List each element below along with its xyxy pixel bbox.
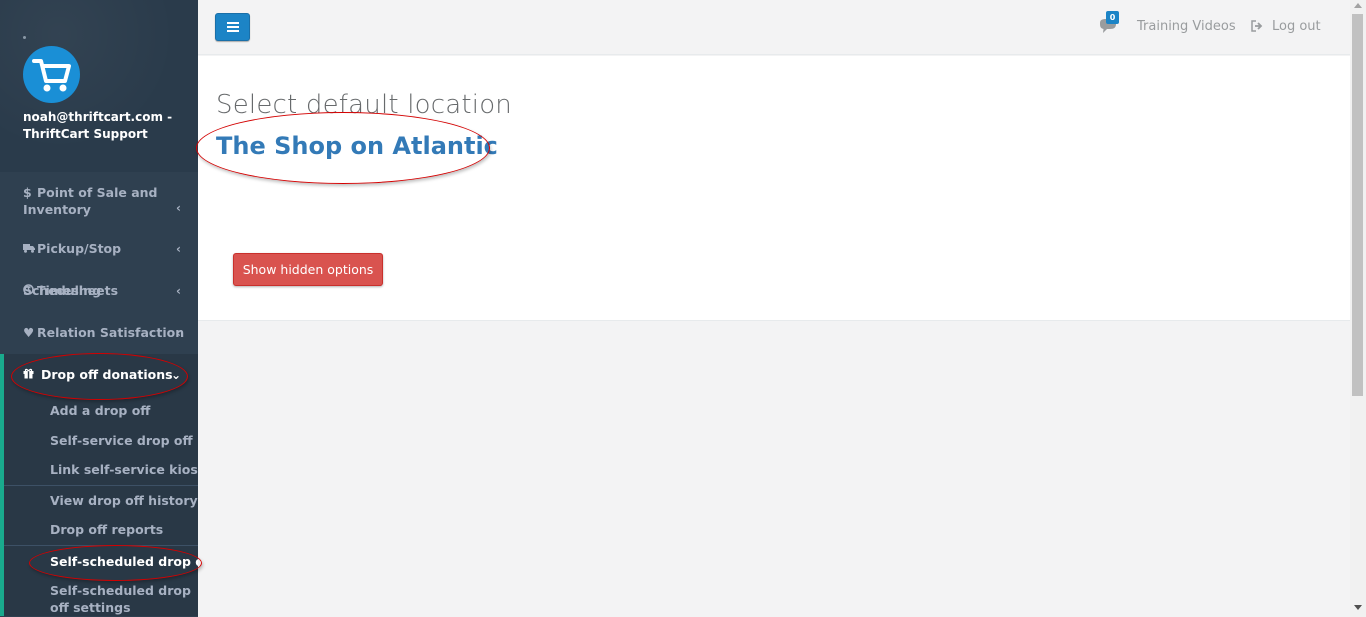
chevron-left-icon: ‹	[176, 201, 181, 215]
status-dot	[23, 36, 26, 39]
sign-out-icon	[1251, 20, 1263, 32]
sidebar-group-drop-off-donations: Drop off donations ⌄ Add a drop off Self…	[0, 354, 198, 616]
sidebar-item-label: Point of Sale and Inventory	[23, 185, 158, 217]
notification-badge: 0	[1106, 11, 1119, 24]
top-navbar: 0 Training Videos Log out	[198, 0, 1350, 55]
dollar-icon: $	[23, 185, 32, 200]
submenu-self-scheduled-drop-offs[interactable]: Self-scheduled drop offs	[4, 546, 198, 577]
sidebar-item-pickup-scheduling[interactable]: Pickup/Stop Scheduling ‹	[0, 228, 198, 298]
scrollbar-thumb[interactable]	[1352, 14, 1363, 396]
hamburger-icon	[226, 22, 239, 32]
sidebar-item-timesheets[interactable]: Timesheets ‹	[0, 270, 198, 312]
chevron-left-icon: ‹	[176, 242, 181, 256]
submenu-self-service-drop-off[interactable]: Self-service drop off	[4, 426, 198, 456]
sidebar-item-relation-satisfaction[interactable]: ♥ Relation Satisfaction ‹	[0, 312, 198, 354]
sidebar: noah@thriftcart.com - ThriftCart Support…	[0, 0, 198, 617]
sidebar-item-label: Drop off donations	[41, 367, 173, 382]
scroll-up-arrow-icon[interactable]	[1354, 3, 1362, 8]
sidebar-item-label: Timesheets	[37, 283, 119, 298]
heart-icon: ♥	[23, 325, 35, 340]
sidebar-item-point-of-sale[interactable]: $ Point of Sale and Inventory ‹	[0, 172, 198, 228]
chevron-down-icon: ⌄	[170, 368, 181, 382]
clock-icon	[23, 270, 37, 312]
sidebar-item-label: Relation Satisfaction	[37, 325, 185, 340]
scrollbar[interactable]	[1350, 0, 1366, 617]
show-hidden-options-button[interactable]: Show hidden options	[233, 253, 383, 286]
submenu-add-drop-off[interactable]: Add a drop off	[4, 396, 198, 426]
chevron-left-icon: ‹	[176, 284, 181, 298]
logout-link[interactable]: Log out	[1272, 18, 1321, 35]
submenu-self-scheduled-settings[interactable]: Self-scheduled drop off settings	[4, 577, 198, 616]
page-title: Select default location	[216, 90, 512, 120]
shopping-cart-icon	[31, 58, 71, 91]
submenu-link-kiosk[interactable]: Link self-service kiosk	[4, 455, 198, 485]
submenu-drop-off-history[interactable]: View drop off history	[4, 486, 198, 516]
truck-icon	[23, 228, 37, 270]
gift-icon	[23, 354, 41, 396]
profile-header: noah@thriftcart.com - ThriftCart Support	[0, 0, 198, 172]
sidebar-toggle-button[interactable]	[215, 13, 250, 41]
profile-name[interactable]: noah@thriftcart.com - ThriftCart Support	[23, 109, 193, 143]
location-link[interactable]: The Shop on Atlantic	[216, 132, 498, 160]
chevron-left-icon: ‹	[176, 326, 181, 340]
submenu-drop-off-reports[interactable]: Drop off reports	[4, 515, 198, 545]
scroll-down-arrow-icon[interactable]	[1354, 605, 1362, 610]
avatar[interactable]	[23, 46, 80, 103]
main-content: Select default location The Shop on Atla…	[198, 56, 1350, 321]
training-videos-link[interactable]: Training Videos	[1137, 18, 1236, 35]
sidebar-item-drop-off-donations[interactable]: Drop off donations ⌄	[4, 354, 198, 396]
